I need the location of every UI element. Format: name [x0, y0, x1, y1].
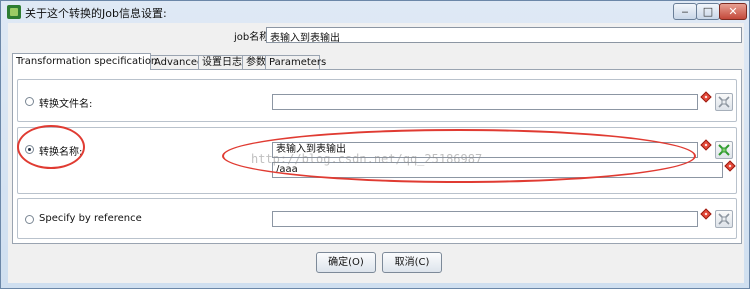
tab-log-settings[interactable]: 设置日志 — [198, 55, 243, 70]
tab-parameters[interactable]: Parameters — [265, 55, 326, 70]
browse-repository-button[interactable] — [715, 141, 733, 159]
by-reference-group: Specify by reference — [17, 198, 737, 239]
browse-reference-button[interactable] — [715, 210, 733, 228]
minimize-button[interactable]: ‒ — [673, 3, 697, 20]
required-field-icon — [700, 139, 712, 151]
by-reference-radio[interactable] — [25, 215, 34, 224]
file-name-group: 转换文件名: — [17, 79, 737, 122]
required-field-icon — [700, 208, 712, 220]
trans-name-radio[interactable] — [25, 145, 34, 154]
job-name-input[interactable]: 表输入到表输出 — [266, 27, 742, 44]
browse-icon — [718, 213, 730, 225]
watermark-text: http://blog.csdn.net/qq_25186987 — [251, 152, 483, 166]
tab-transformation-specification[interactable]: Transformation specification — [12, 53, 157, 70]
title-bar: 关于这个转换的Job信息设置: ‒ □ ✕ — [1, 1, 749, 23]
by-reference-label: Specify by reference — [39, 213, 142, 224]
dialog-window: 关于这个转换的Job信息设置: ‒ □ ✕ job名称: 表输入到表输出 Tra… — [0, 0, 750, 289]
trans-name-label: 转换名称: — [39, 147, 83, 158]
ok-button[interactable]: 确定(O) — [316, 252, 376, 273]
tab-params-cn[interactable]: 参数 — [242, 55, 266, 70]
cancel-button[interactable]: 取消(C) — [382, 252, 442, 273]
browse-file-button[interactable] — [715, 93, 733, 111]
file-name-input[interactable] — [272, 94, 698, 110]
file-name-label: 转换文件名: — [39, 99, 93, 110]
required-field-icon — [724, 160, 736, 172]
required-field-icon — [700, 91, 712, 103]
browse-icon — [718, 96, 730, 108]
reference-input[interactable] — [272, 211, 698, 227]
kettle-job-icon — [7, 5, 21, 19]
window-title: 关于这个转换的Job信息设置: — [25, 7, 167, 20]
maximize-button[interactable]: □ — [696, 3, 720, 20]
close-button[interactable]: ✕ — [719, 3, 747, 20]
tab-advanced[interactable]: Advanced — [150, 55, 203, 70]
browse-icon — [718, 144, 730, 156]
file-name-radio[interactable] — [25, 97, 34, 106]
